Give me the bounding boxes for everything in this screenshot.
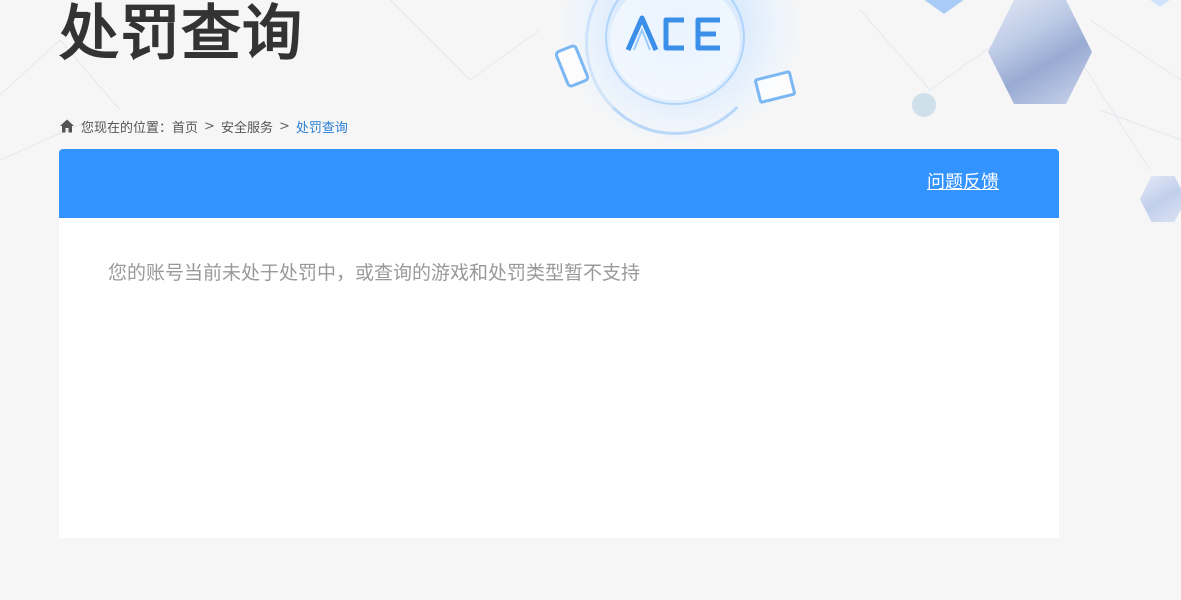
- penalty-query-panel: 问题反馈 您的账号当前未处于处罚中，或查询的游戏和处罚类型暂不支持: [59, 149, 1059, 538]
- hexagon-character-art: [988, 0, 1092, 104]
- ring-arc-decoration: [585, 0, 765, 135]
- page-title: 处罚查询: [59, 0, 303, 69]
- triangle-decoration: [916, 0, 972, 14]
- page-root: 处罚查询 您现在的位置： 首页 > 安全服务 > 处罚查询 问题反馈 您的账号当…: [0, 0, 1181, 600]
- breadcrumb: 您现在的位置： 首页 > 安全服务 > 处罚查询: [59, 116, 348, 136]
- breadcrumb-security-services[interactable]: 安全服务: [221, 117, 273, 136]
- breadcrumb-separator: >: [278, 118, 290, 134]
- hexagon-character-art-small: [1140, 176, 1181, 222]
- ace-logo: [625, 15, 720, 52]
- ring-outer-decoration: [605, 0, 745, 105]
- breadcrumb-prefix: 您现在的位置：: [81, 120, 173, 136]
- breadcrumb-separator: >: [204, 118, 215, 134]
- ring-inner-decoration: [610, 0, 740, 100]
- breadcrumb-home[interactable]: 首页: [172, 117, 198, 136]
- game-monitor-icon: [753, 69, 797, 105]
- panel-header: 问题反馈: [59, 149, 1059, 218]
- dot-decoration: [912, 93, 936, 117]
- hero-glow: [560, 0, 800, 140]
- game-phone-icon: [553, 42, 591, 90]
- panel-body: 您的账号当前未处于处罚中，或查询的游戏和处罚类型暂不支持: [59, 218, 1059, 286]
- triangle-decoration-small: [1146, 0, 1174, 7]
- breadcrumb-current-page: 处罚查询: [295, 120, 348, 136]
- feedback-link[interactable]: 问题反馈: [927, 171, 999, 195]
- home-icon: [60, 119, 74, 133]
- result-message: 您的账号当前未处于处罚中，或查询的游戏和处罚类型暂不支持: [108, 262, 641, 284]
